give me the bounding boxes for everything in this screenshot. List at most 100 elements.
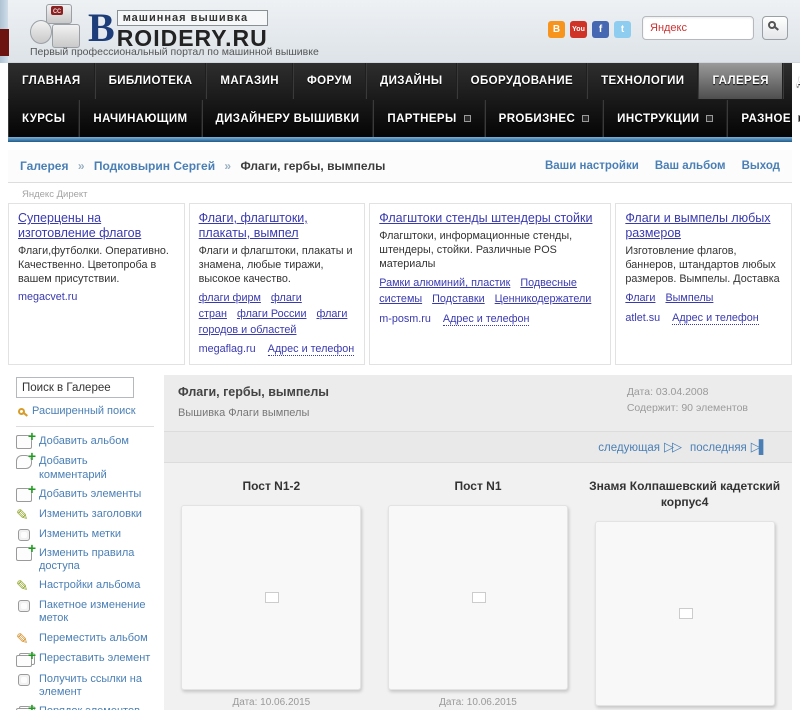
nav-item-magazin[interactable]: МАГАЗИН <box>206 63 293 99</box>
sidebar-item-add-comment[interactable]: Добавить комментарий <box>16 448 154 481</box>
move-album-icon <box>16 630 32 648</box>
ad-sublink[interactable]: флаги фирм <box>199 292 261 304</box>
ad-card: Флагштоки стенды штендеры стойки Флагшто… <box>369 203 612 366</box>
ad-sublink[interactable]: флаги России <box>237 308 307 320</box>
sidebar-item-edit-tags[interactable]: Изменить метки <box>16 528 154 541</box>
user-settings-link[interactable]: Ваши настройки <box>545 160 639 172</box>
gallery-item-title[interactable]: Пост N1-2 <box>169 479 373 495</box>
ad-sublink[interactable]: Подставки <box>432 293 485 305</box>
nav-item-partnery[interactable]: ПАРТНЕРЫ <box>373 100 485 137</box>
album-settings-icon <box>16 577 32 595</box>
ad-body: Флагштоки, информационные стенды, штенде… <box>379 230 573 270</box>
sidebar-item-reorder-element[interactable]: Переставить элемент <box>16 647 154 667</box>
album-title: Флаги, гербы, вымпелы <box>178 385 329 400</box>
ad-sublink[interactable]: Флаги <box>625 292 655 304</box>
gallery-item-date: Дата: 10.06.2015 <box>439 696 517 708</box>
nav-item-biblioteka[interactable]: БИБЛИОТЕКА <box>94 63 207 99</box>
breadcrumb-bar: Галерея » Подковырин Сергей » Флаги, гер… <box>8 150 792 183</box>
breadcrumb-link-author[interactable]: Подковырин Сергей <box>94 159 215 173</box>
ad-domain-link[interactable]: megaflag.ru <box>199 343 256 355</box>
nav-item-forum[interactable]: ФОРУМ <box>292 63 366 99</box>
facebook-icon[interactable] <box>592 21 609 38</box>
nav-item-dizaynery[interactable]: ДИЗАЙНЕРЫ <box>782 63 800 99</box>
nav-item-instruktsii[interactable]: ИНСТРУКЦИИ <box>603 100 728 137</box>
next-page-icon[interactable]: ▷▷ <box>664 439 682 454</box>
gallery-item: Пост N1 Дата: 10.06.2015 Новый « операци… <box>376 479 580 710</box>
nav-item-tekhnologii[interactable]: ТЕХНОЛОГИИ <box>587 63 699 99</box>
last-page-icon[interactable]: ▷▌ <box>751 439 768 454</box>
sidebar-divider <box>16 426 154 428</box>
content: Флаги, гербы, вымпелы Вышивка Флаги вымп… <box>164 375 792 710</box>
gallery-item: Пост N1-2 Дата: 10.06.2015 Новый « опера… <box>169 479 373 710</box>
ad-body: Изготовление флагов, баннеров, штандарто… <box>625 245 780 285</box>
gallery-item-thumbnail[interactable] <box>181 504 362 690</box>
sidebar-item-edit-access[interactable]: Изменить правила доступа <box>16 540 154 573</box>
ad-title-link[interactable]: Суперцены на изготовление флагов <box>18 211 141 240</box>
sidebar-item-edit-titles[interactable]: Изменить заголовки <box>16 506 154 524</box>
twitter-icon[interactable] <box>614 21 631 38</box>
gallery-item-thumbnail[interactable] <box>594 520 775 706</box>
edit-access-icon <box>16 540 36 561</box>
nav-item-dizayneru-vyshivki[interactable]: ДИЗАЙНЕРУ ВЫШИВКИ <box>201 100 374 137</box>
add-album-icon <box>16 428 36 450</box>
edit-titles-icon <box>16 506 32 524</box>
gallery-item-title[interactable]: Пост N1 <box>376 479 580 495</box>
user-album-link[interactable]: Ваш альбом <box>655 160 726 172</box>
album-date: Дата: 03.04.2008 <box>626 386 709 399</box>
nav-item-dizayny[interactable]: ДИЗАЙНЫ <box>365 63 457 99</box>
main-navigation: ГЛАВНАЯ БИБЛИОТЕКА МАГАЗИН ФОРУМ ДИЗАЙНЫ… <box>8 63 800 137</box>
next-page-link[interactable]: следующая <box>598 442 660 454</box>
ads-row: Суперцены на изготовление флагов Флаги,ф… <box>8 203 792 366</box>
nav-item-probiznes[interactable]: PROБИЗНЕС <box>484 100 604 137</box>
sidebar-item-add-album[interactable]: Добавить альбом <box>16 428 154 450</box>
ad-sublink[interactable]: Рамки алюминий, пластик <box>379 277 510 289</box>
nav-item-galereya[interactable]: ГАЛЕРЕЯ <box>698 63 783 99</box>
nav-item-raznoe[interactable]: РАЗНОЕ <box>727 100 800 137</box>
nav-item-nachinayushchim[interactable]: НАЧИНАЮЩИМ <box>79 100 202 137</box>
search-icon <box>768 21 776 29</box>
ad-title-link[interactable]: Флаги и вымпелы любых размеров <box>625 211 770 240</box>
breadcrumb-current: Флаги, гербы, вымпелы <box>240 159 386 173</box>
yandex-direct-label: Яндекс Директ <box>22 189 88 200</box>
ad-sublink[interactable]: Вымпелы <box>665 292 713 304</box>
gallery-item-title[interactable]: Знамя Колпашевский кадетский корпус4 <box>583 479 787 510</box>
sidebar-item-batch-tags[interactable]: Пакетное изменение меток <box>16 599 154 625</box>
social-links <box>548 21 631 38</box>
nav-accent-bar <box>8 137 792 142</box>
gallery-item: Знамя Колпашевский кадетский корпус4 Дат… <box>583 479 787 710</box>
ad-domain-link[interactable]: atlet.su <box>625 312 660 324</box>
gallery-item-thumbnail[interactable] <box>387 504 568 690</box>
sidebar-item-move-album[interactable]: Переместить альбом <box>16 630 154 648</box>
breadcrumb-separator: » <box>224 159 232 173</box>
ad-title-link[interactable]: Флаги, флагштоки, плакаты, вымпел <box>199 211 308 240</box>
sidebar-item-get-links[interactable]: Получить ссылки на элемент <box>16 673 154 699</box>
breadcrumb-link-gallery[interactable]: Галерея <box>20 159 68 173</box>
ad-contact-link[interactable]: Адрес и телефон <box>442 312 530 326</box>
blogger-icon[interactable] <box>548 21 565 38</box>
advanced-search-link[interactable]: Расширенный поиск <box>32 405 136 417</box>
ad-links: флаги фирм флаги стран флаги России флаги г… <box>199 291 356 338</box>
yandex-search-input[interactable] <box>642 16 754 40</box>
yandex-search-button[interactable] <box>762 16 788 40</box>
batch-tags-icon <box>18 600 30 613</box>
ad-title-link[interactable]: Флагштоки стенды штендеры стойки <box>379 211 592 225</box>
logout-link[interactable]: Выход <box>742 160 780 172</box>
gallery-search-input[interactable] <box>16 377 134 399</box>
sidebar-item-add-elements[interactable]: Добавить элементы <box>16 481 154 502</box>
ad-domain-link[interactable]: megacvet.ru <box>18 291 77 303</box>
ad-body: Флаги,футболки. Оперативно. Качественно.… <box>18 245 169 285</box>
youtube-icon[interactable] <box>570 21 587 38</box>
nav-item-oborudovanie[interactable]: ОБОРУДОВАНИЕ <box>456 63 588 99</box>
ad-contact-link[interactable]: Адрес и телефон <box>672 312 759 326</box>
ad-sublink[interactable]: Ценникодержатели <box>495 293 592 305</box>
site-tagline: Первый профессиональный портал по машинн… <box>30 46 319 58</box>
edit-tags-icon <box>18 528 30 541</box>
ad-domain-link[interactable]: m-posm.ru <box>379 313 431 325</box>
nav-item-glavnaya[interactable]: ГЛАВНАЯ <box>8 63 95 99</box>
ad-contact-link[interactable]: Адрес и телефон <box>267 343 355 357</box>
sidebar-item-album-settings[interactable]: Настройки альбома <box>16 577 154 595</box>
nav-item-kursy[interactable]: КУРСЫ <box>8 100 80 137</box>
album-meta: Дата: 03.04.2008 Содержит: 90 элементов <box>627 385 748 419</box>
last-page-link[interactable]: последняя <box>690 442 747 454</box>
sidebar-item-order-elements[interactable]: Порядок элементов <box>16 700 154 710</box>
